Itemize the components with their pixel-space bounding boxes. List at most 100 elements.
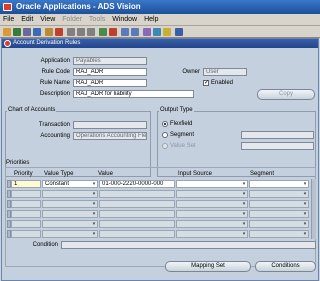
cell-segment[interactable] <box>249 230 309 238</box>
print-icon[interactable] <box>45 28 53 36</box>
dropdown-arrow-icon[interactable]: ▾ <box>241 180 247 188</box>
cell-input-source[interactable] <box>176 200 248 208</box>
rule-code-field[interactable]: RAJ_ADR <box>73 68 147 76</box>
dropdown-arrow-icon[interactable]: ▾ <box>91 190 97 198</box>
dropdown-arrow-icon[interactable]: ▾ <box>302 200 308 208</box>
menu-bar: File Edit View Folder Tools Window Help <box>0 14 320 26</box>
cell-value-type[interactable]: Constant <box>42 180 98 188</box>
cell-input-source[interactable] <box>176 190 248 198</box>
menu-edit[interactable]: Edit <box>21 16 33 23</box>
menu-window[interactable]: Window <box>112 16 137 23</box>
enabled-checkbox[interactable]: ✓ <box>203 80 209 86</box>
dropdown-arrow-icon[interactable]: ▾ <box>91 180 97 188</box>
attachments-icon[interactable] <box>153 28 161 36</box>
cell-value[interactable] <box>99 230 175 238</box>
dropdown-arrow-icon[interactable]: ▾ <box>91 210 97 218</box>
cell-value-type[interactable] <box>42 200 98 208</box>
cut-icon[interactable] <box>67 28 75 36</box>
description-field[interactable]: RAJ_ADR for liability <box>73 90 194 98</box>
cell-value[interactable]: 01-000-2220-0000-000 <box>99 180 175 188</box>
rule-code-label: Rule Code <box>41 69 70 75</box>
dropdown-arrow-icon[interactable]: ▾ <box>241 230 247 238</box>
cell-input-source[interactable] <box>176 210 248 218</box>
dropdown-arrow-icon[interactable]: ▾ <box>241 220 247 228</box>
cell-value-type[interactable] <box>42 220 98 228</box>
menu-view[interactable]: View <box>40 16 55 23</box>
dropdown-arrow-icon[interactable]: ▾ <box>302 190 308 198</box>
value-set-field[interactable] <box>241 142 314 150</box>
delete-record-icon[interactable] <box>109 28 117 36</box>
conditions-button[interactable]: Conditions <box>255 261 316 272</box>
cell-value-type[interactable] <box>42 190 98 198</box>
flexfield-radio[interactable] <box>162 121 168 127</box>
cell-value-type[interactable] <box>42 210 98 218</box>
help-icon[interactable] <box>175 28 183 36</box>
menu-tools[interactable]: Tools <box>89 16 105 23</box>
dropdown-arrow-icon[interactable]: ▾ <box>91 230 97 238</box>
dropdown-arrow-icon[interactable]: ▾ <box>302 180 308 188</box>
menu-help[interactable]: Help <box>144 16 158 23</box>
transaction-field[interactable] <box>73 121 147 129</box>
dropdown-arrow-icon[interactable]: ▾ <box>302 220 308 228</box>
cell-input-source[interactable] <box>176 180 248 188</box>
dropdown-arrow-icon[interactable]: ▾ <box>91 200 97 208</box>
dropdown-arrow-icon[interactable]: ▾ <box>241 200 247 208</box>
cell-segment[interactable] <box>249 210 309 218</box>
value-set-radio[interactable] <box>162 143 168 149</box>
segment-output-field[interactable] <box>241 131 314 139</box>
application-field[interactable]: Payables <box>73 57 147 65</box>
close-form-icon[interactable] <box>55 28 63 36</box>
cell-priority[interactable] <box>11 230 41 238</box>
mapping-set-button[interactable]: Mapping Set <box>165 261 251 272</box>
copy-button[interactable]: Copy <box>257 89 315 100</box>
cell-input-source[interactable] <box>176 220 248 228</box>
enabled-label: Enabled <box>211 80 234 86</box>
owner-field[interactable]: User <box>203 68 247 76</box>
dropdown-arrow-icon[interactable]: ▾ <box>241 190 247 198</box>
translations-icon[interactable] <box>143 28 151 36</box>
folder-tools-icon[interactable] <box>163 28 171 36</box>
cell-value[interactable] <box>99 220 175 228</box>
cell-segment[interactable] <box>249 180 309 188</box>
new-record-icon[interactable] <box>99 28 107 36</box>
save-icon[interactable] <box>23 28 31 36</box>
value-set-label: Value Set <box>170 143 196 149</box>
cell-priority[interactable] <box>11 210 41 218</box>
segment-label: Segment <box>170 132 195 138</box>
window-title-bar: Account Derivation Rules <box>2 39 318 48</box>
description-label: Description <box>39 91 70 97</box>
navigator-icon[interactable] <box>33 28 41 36</box>
edit-field-icon[interactable] <box>121 28 129 36</box>
dropdown-arrow-icon[interactable]: ▾ <box>302 230 308 238</box>
cell-value-type[interactable] <box>42 230 98 238</box>
table-scrollbar[interactable] <box>311 179 316 239</box>
cell-priority[interactable] <box>11 200 41 208</box>
cell-value[interactable] <box>99 190 175 198</box>
rule-name-field[interactable]: RAJ_ADR <box>73 79 147 87</box>
find-icon[interactable] <box>13 28 21 36</box>
copy-icon[interactable] <box>77 28 85 36</box>
cell-segment[interactable] <box>249 200 309 208</box>
cell-input-source[interactable] <box>176 230 248 238</box>
new-icon[interactable] <box>3 28 11 36</box>
cell-priority[interactable] <box>11 220 41 228</box>
paste-icon[interactable] <box>87 28 95 36</box>
cell-segment[interactable] <box>249 190 309 198</box>
app-title: Oracle Applications - ADS Vision <box>16 2 141 11</box>
segment-radio[interactable] <box>162 132 168 138</box>
zoom-icon[interactable] <box>131 28 139 36</box>
cell-segment[interactable] <box>249 220 309 228</box>
accounting-field[interactable]: Operations Accounting Flex <box>73 132 147 140</box>
dropdown-arrow-icon[interactable]: ▾ <box>91 220 97 228</box>
cell-value[interactable] <box>99 200 175 208</box>
oracle-logo-icon <box>3 3 12 11</box>
menu-folder[interactable]: Folder <box>62 16 82 23</box>
col-value-type: Value Type <box>44 171 74 177</box>
condition-field[interactable] <box>61 241 316 249</box>
cell-value[interactable] <box>99 210 175 218</box>
dropdown-arrow-icon[interactable]: ▾ <box>241 210 247 218</box>
dropdown-arrow-icon[interactable]: ▾ <box>302 210 308 218</box>
cell-priority[interactable] <box>11 190 41 198</box>
menu-file[interactable]: File <box>3 16 14 23</box>
cell-priority[interactable]: 1 <box>11 180 41 188</box>
